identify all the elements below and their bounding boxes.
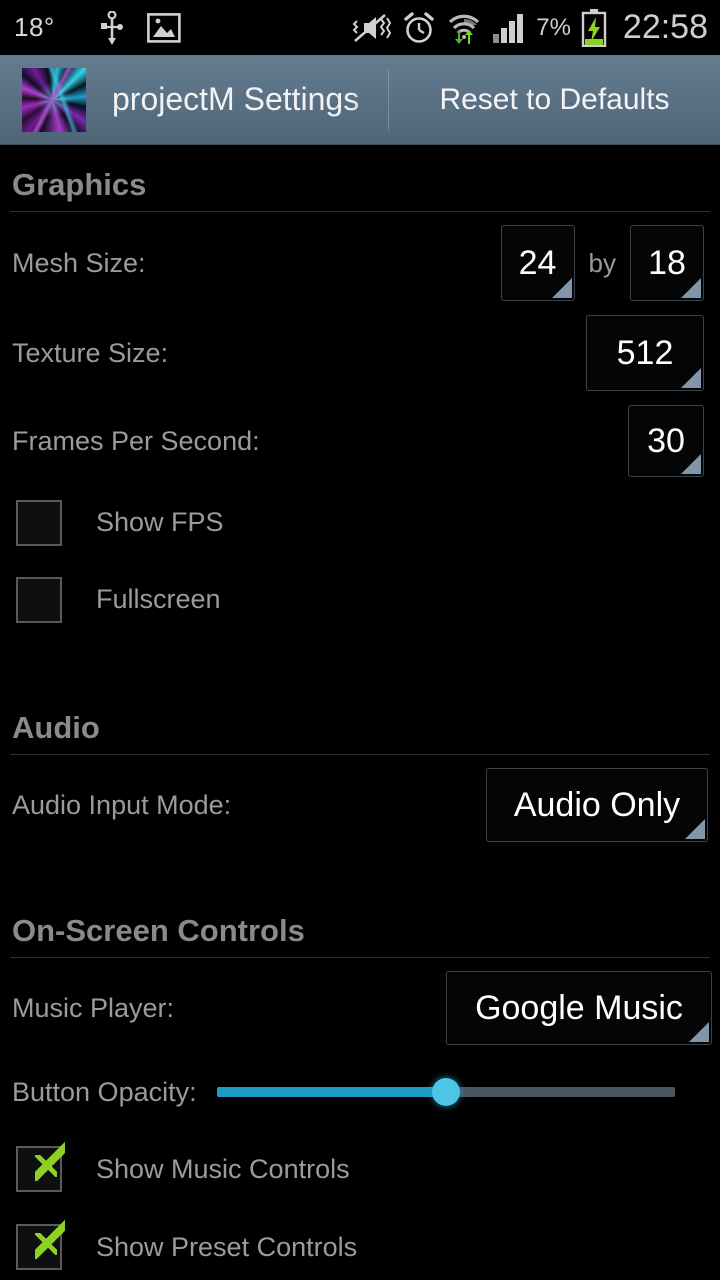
audio-section: Audio Audio Input Mode: Audio Only — [0, 638, 720, 851]
section-divider-audio — [10, 754, 710, 755]
page-title[interactable]: projectM Settings — [112, 81, 384, 118]
row-show-fps[interactable]: Show FPS — [0, 484, 720, 561]
mesh-size-label: Mesh Size: — [12, 247, 146, 278]
button-opacity-label: Button Opacity: — [12, 1076, 197, 1107]
projectm-app-icon[interactable] — [22, 67, 86, 132]
signal-bars-icon — [492, 12, 526, 44]
mesh-size-separator: by — [588, 247, 616, 278]
show-fps-checkbox[interactable] — [16, 499, 62, 546]
audio-input-mode-label: Audio Input Mode: — [12, 789, 232, 820]
row-texture-size[interactable]: Texture Size: 512 — [0, 308, 720, 398]
graphics-section: Graphics Mesh Size: 24 by 18 Texture Siz… — [0, 145, 720, 638]
fullscreen-label: Fullscreen — [96, 584, 221, 614]
section-header-audio: Audio — [12, 710, 100, 745]
row-show-preset-controls[interactable]: Show Preset Controls — [0, 1208, 720, 1280]
temperature-indicator: 18° — [14, 12, 55, 42]
show-preset-controls-checkbox[interactable] — [16, 1219, 65, 1270]
fullscreen-checkbox[interactable] — [16, 576, 62, 623]
row-button-opacity[interactable]: Button Opacity: — [0, 1054, 720, 1130]
show-fps-label: Show FPS — [96, 507, 224, 537]
row-show-music-controls[interactable]: Show Music Controls — [0, 1130, 720, 1208]
row-mesh-size[interactable]: Mesh Size: 24 by 18 — [0, 218, 720, 308]
show-music-controls-checkbox[interactable] — [16, 1141, 65, 1192]
battery-percent-label: 7% — [536, 13, 571, 41]
status-bar-right-icons: 7% 22:58 — [352, 8, 708, 47]
mesh-height-spinner[interactable]: 18 — [630, 225, 704, 301]
show-music-controls-label: Show Music Controls — [96, 1153, 350, 1184]
status-bar-clock: 22:58 — [622, 8, 708, 46]
gallery-icon — [146, 12, 181, 43]
battery-charging-icon — [581, 8, 607, 47]
row-frames-per-second[interactable]: Frames Per Second: 30 — [0, 398, 720, 484]
wifi-data-icon — [446, 12, 482, 44]
section-header-graphics: Graphics — [12, 167, 147, 202]
alarm-icon — [402, 11, 436, 45]
button-opacity-slider[interactable] — [216, 1078, 675, 1106]
on-screen-controls-section: On-Screen Controls Music Player: Google … — [0, 851, 720, 1280]
reset-to-defaults-button[interactable]: Reset to Defaults — [389, 83, 720, 117]
vibrate-mute-icon — [352, 12, 392, 44]
texture-size-label: Texture Size: — [12, 337, 169, 368]
button-opacity-slider-thumb[interactable] — [431, 1078, 460, 1106]
status-bar[interactable]: 18° 7% 22:58 — [0, 0, 720, 55]
texture-size-spinner[interactable]: 512 — [586, 315, 704, 391]
settings-content[interactable]: Graphics Mesh Size: 24 by 18 Texture Siz… — [0, 145, 720, 1280]
button-opacity-slider-fill — [216, 1087, 446, 1097]
status-bar-left-icons — [99, 10, 181, 45]
music-player-label: Music Player: — [12, 992, 175, 1023]
action-bar: projectM Settings Reset to Defaults — [0, 55, 720, 145]
fps-spinner[interactable]: 30 — [628, 405, 704, 477]
row-music-player[interactable]: Music Player: Google Music — [0, 962, 720, 1054]
audio-input-mode-spinner[interactable]: Audio Only — [486, 768, 708, 842]
fps-label: Frames Per Second: — [12, 425, 260, 456]
show-preset-controls-label: Show Preset Controls — [96, 1231, 358, 1262]
music-player-spinner[interactable]: Google Music — [446, 971, 712, 1045]
row-fullscreen[interactable]: Fullscreen — [0, 561, 720, 638]
row-audio-input-mode[interactable]: Audio Input Mode: Audio Only — [0, 759, 720, 851]
section-divider-on-screen-controls — [10, 957, 710, 958]
section-header-on-screen-controls: On-Screen Controls — [12, 913, 305, 948]
section-divider-graphics — [10, 211, 710, 212]
mesh-width-spinner[interactable]: 24 — [500, 225, 575, 301]
usb-icon — [99, 10, 125, 45]
